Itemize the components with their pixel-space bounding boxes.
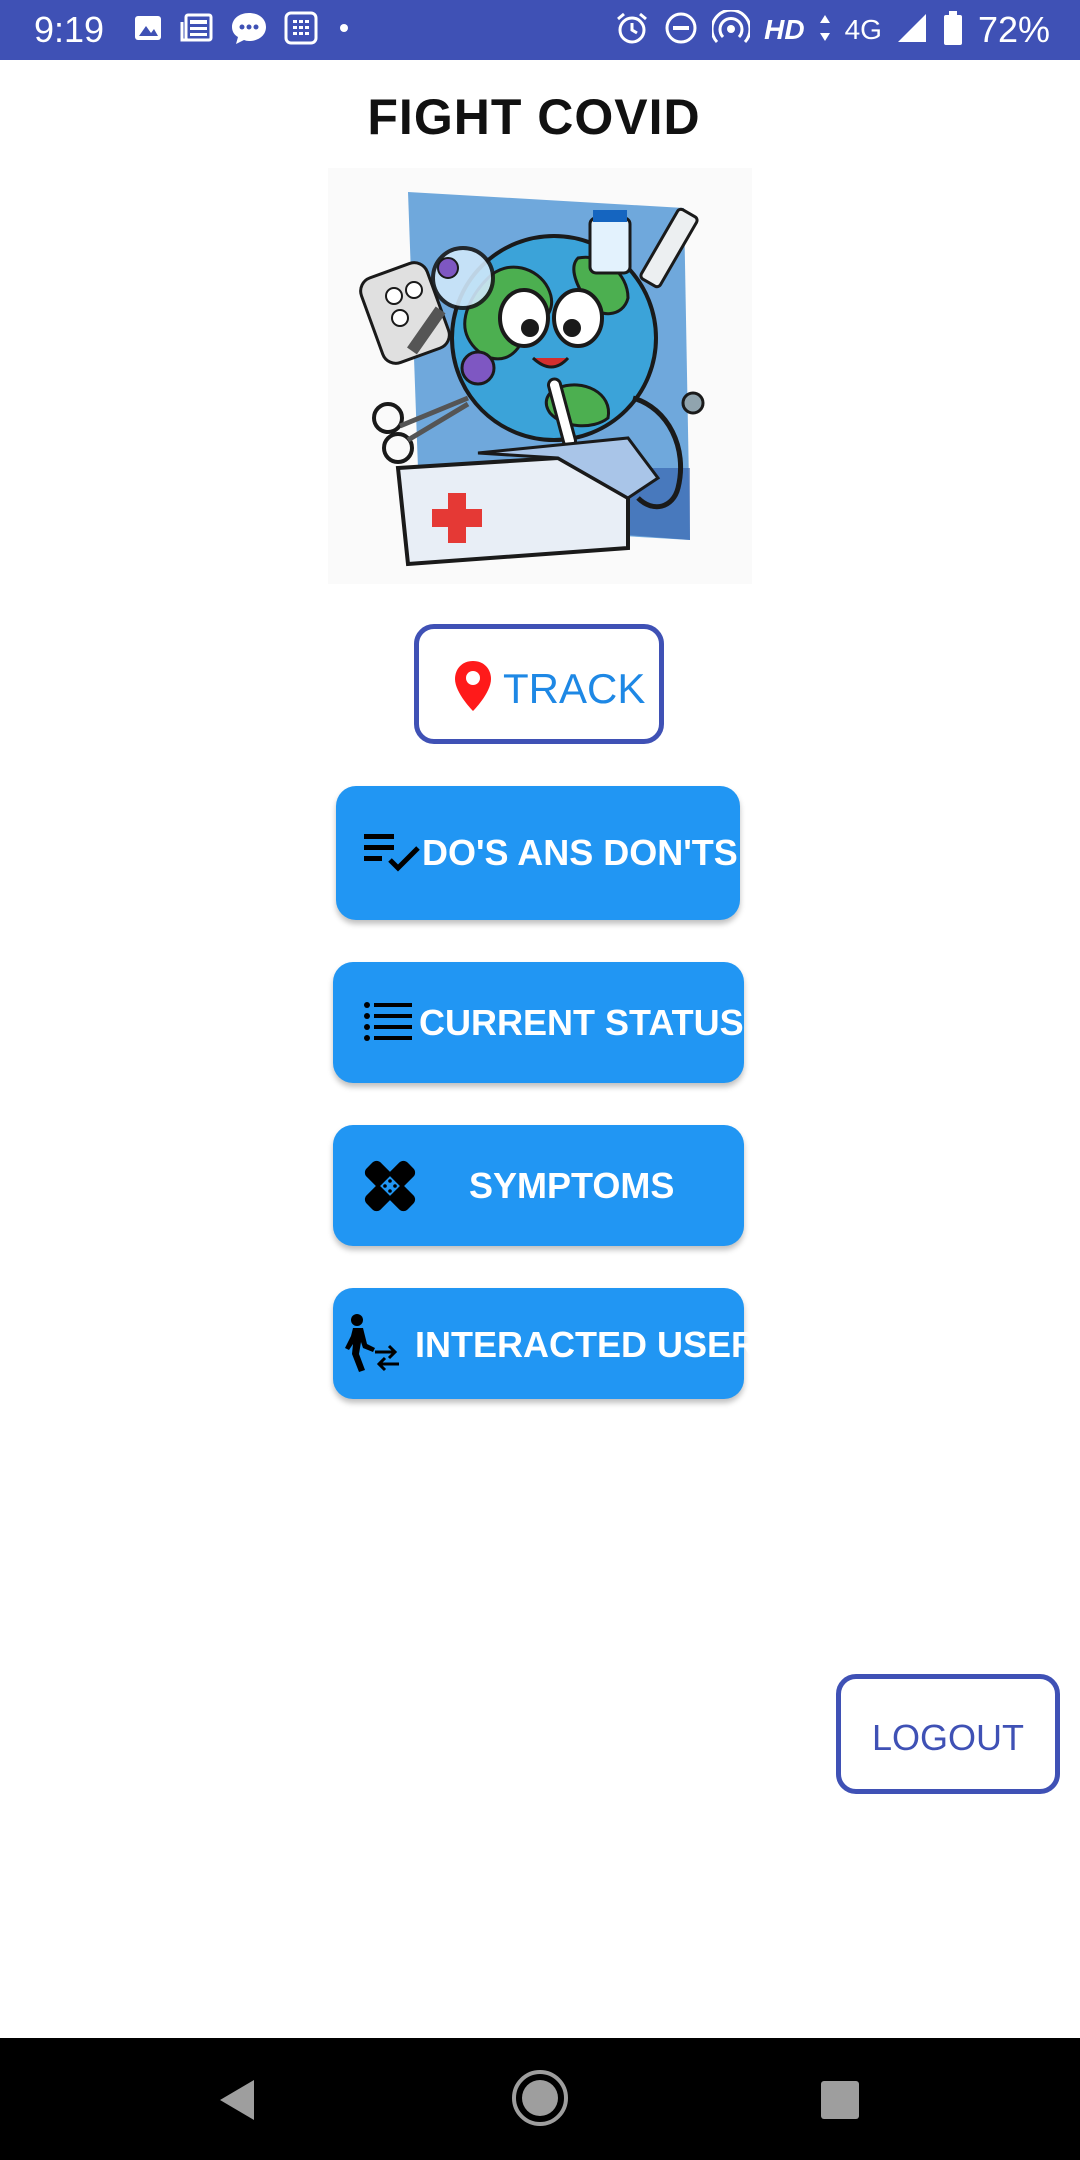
dot-icon bbox=[334, 18, 354, 43]
back-icon[interactable] bbox=[218, 2078, 258, 2127]
chat-bubble-icon bbox=[230, 10, 268, 51]
hotspot-icon bbox=[710, 8, 752, 51]
logout-label: LOGOUT bbox=[871, 1717, 1024, 1758]
checklist-icon bbox=[364, 830, 420, 876]
calculator-app-icon bbox=[284, 11, 318, 50]
dos-and-donts-label: DO'S ANS DON'TS bbox=[422, 832, 738, 873]
bandage-icon bbox=[363, 1159, 417, 1213]
home-icon[interactable] bbox=[510, 2068, 570, 2133]
location-pin-icon bbox=[451, 659, 495, 713]
signal-icon bbox=[896, 12, 928, 49]
interacted-user-button[interactable]: INTERACTED USER bbox=[333, 1288, 757, 1399]
page-title: FIGHT COVID bbox=[367, 89, 701, 145]
list-icon bbox=[363, 1000, 413, 1044]
sick-globe-illustration bbox=[328, 168, 752, 584]
track-button[interactable]: TRACK bbox=[414, 624, 664, 744]
track-button-label: TRACK bbox=[503, 665, 646, 712]
symptoms-button[interactable]: SYMPTOMS bbox=[333, 1125, 744, 1246]
status-bar: 9:19 HD 4G 72% bbox=[0, 0, 1080, 60]
dos-and-donts-button[interactable]: DO'S ANS DON'TS bbox=[336, 786, 740, 920]
news-icon bbox=[180, 12, 214, 49]
data-arrows-icon bbox=[819, 13, 831, 48]
interacted-user-label: INTERACTED USER bbox=[415, 1324, 758, 1365]
logout-button[interactable]: LOGOUT bbox=[836, 1674, 1060, 1794]
notification-icons bbox=[132, 10, 354, 51]
status-time: 9:19 bbox=[34, 9, 105, 50]
do-not-disturb-icon bbox=[664, 11, 698, 50]
alarm-icon bbox=[614, 10, 650, 51]
app-screen: 9:19 HD 4G 72% FIGHT COVID TRACK DO'S AN… bbox=[0, 0, 1080, 2160]
network-type-label: 4G bbox=[844, 14, 882, 45]
current-status-label: CURRENT STATUS bbox=[419, 1002, 744, 1043]
current-status-button[interactable]: CURRENT STATUS bbox=[333, 962, 744, 1083]
battery-icon bbox=[942, 10, 964, 51]
image-icon bbox=[132, 12, 164, 49]
network-hd-label: HD bbox=[764, 14, 805, 45]
navigation-bar bbox=[0, 2038, 1080, 2160]
symptoms-label: SYMPTOMS bbox=[469, 1165, 675, 1206]
recents-icon[interactable] bbox=[820, 2080, 860, 2125]
battery-percent: 72% bbox=[977, 9, 1050, 50]
system-icons: HD 4G 72% bbox=[614, 8, 1050, 51]
person-exchange-icon bbox=[345, 1314, 401, 1372]
